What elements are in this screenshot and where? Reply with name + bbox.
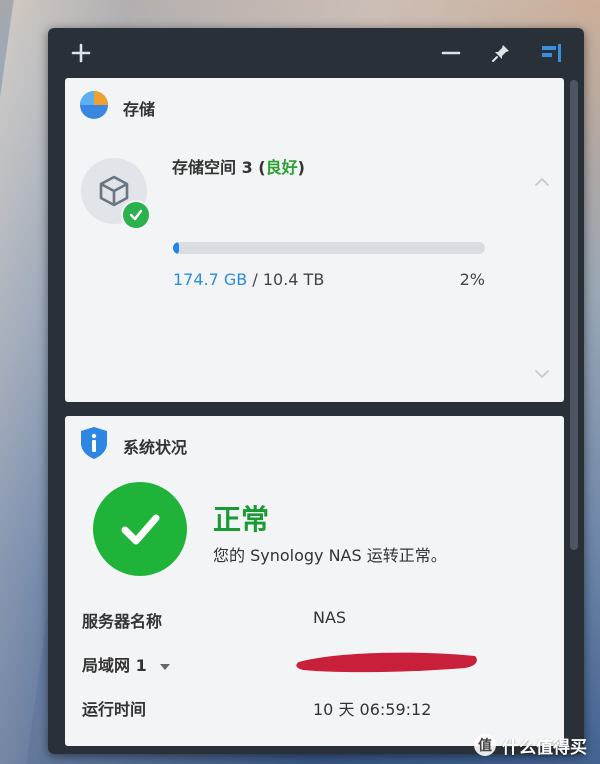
storage-card-header: 存储: [65, 78, 564, 130]
check-icon: [129, 209, 143, 221]
status-ok-badge: [93, 482, 187, 576]
system-status-header: 系统状况: [65, 416, 564, 468]
status-state: 正常: [213, 503, 270, 536]
check-icon: [121, 514, 160, 545]
chevron-up-icon[interactable]: [534, 174, 550, 190]
system-status-title: 系统状况: [123, 438, 188, 457]
volume-usage-bar: [173, 242, 485, 254]
widget-scrollbar-thumb[interactable]: [570, 80, 578, 550]
redaction-mark: [296, 652, 477, 673]
info-shield-icon: [81, 427, 107, 459]
watermark-badge: 值: [474, 734, 496, 756]
server-name-label: 服务器名称: [82, 612, 163, 631]
server-name-value: NAS: [313, 608, 347, 627]
system-status-card: 系统状况 正常 您的 Synology NAS 运转正常。 服务器名称 NAS …: [65, 416, 564, 746]
minus-icon: [441, 51, 461, 55]
volume-name[interactable]: 存储空间 3 (良好): [172, 154, 305, 178]
site-watermark: 值 什么值得买: [474, 732, 587, 758]
status-description: 您的 Synology NAS 运转正常。: [213, 546, 447, 565]
volume-percent: 2%: [459, 270, 485, 289]
layout-icon: [542, 44, 561, 62]
watermark-text: 什么值得买: [502, 737, 587, 758]
volume-usage-fill: [173, 242, 180, 254]
pin-icon: [492, 45, 509, 62]
volume-total: 10.4 TB: [262, 270, 325, 289]
layout-button[interactable]: [536, 38, 566, 68]
widget-panel: 存储 存储空间 3 (良好) 174.7 GB / 10.4 TB 2% 系统状…: [48, 28, 584, 754]
widget-scrollbar[interactable]: [570, 80, 578, 744]
lan-dropdown[interactable]: 局域网 1: [82, 652, 171, 676]
storage-card: 存储 存储空间 3 (良好) 174.7 GB / 10.4 TB 2%: [65, 78, 564, 402]
volume-status: 良好: [265, 158, 298, 177]
volume-usage: 174.7 GB / 10.4 TB: [173, 270, 324, 289]
pie-chart-icon: [80, 91, 108, 119]
volume-used: 174.7 GB: [173, 270, 248, 289]
caret-down-icon: [160, 663, 171, 670]
pin-button[interactable]: [486, 38, 516, 68]
volume-name-text: 存储空间 3 (: [172, 158, 266, 177]
uptime-value: 10 天 06:59:12: [313, 700, 432, 719]
chevron-down-icon[interactable]: [534, 366, 550, 382]
volume-name-close: ): [297, 158, 305, 177]
minimize-button[interactable]: [436, 38, 466, 68]
storage-card-title: 存储: [123, 100, 156, 119]
lan-label: 局域网 1: [82, 656, 147, 675]
add-widget-button[interactable]: [66, 38, 96, 68]
volume-ok-badge: [121, 200, 151, 230]
volume-separator: /: [247, 270, 263, 289]
plus-icon: [71, 43, 91, 63]
widget-toolbar: [48, 28, 584, 76]
uptime-label: 运行时间: [82, 700, 147, 719]
